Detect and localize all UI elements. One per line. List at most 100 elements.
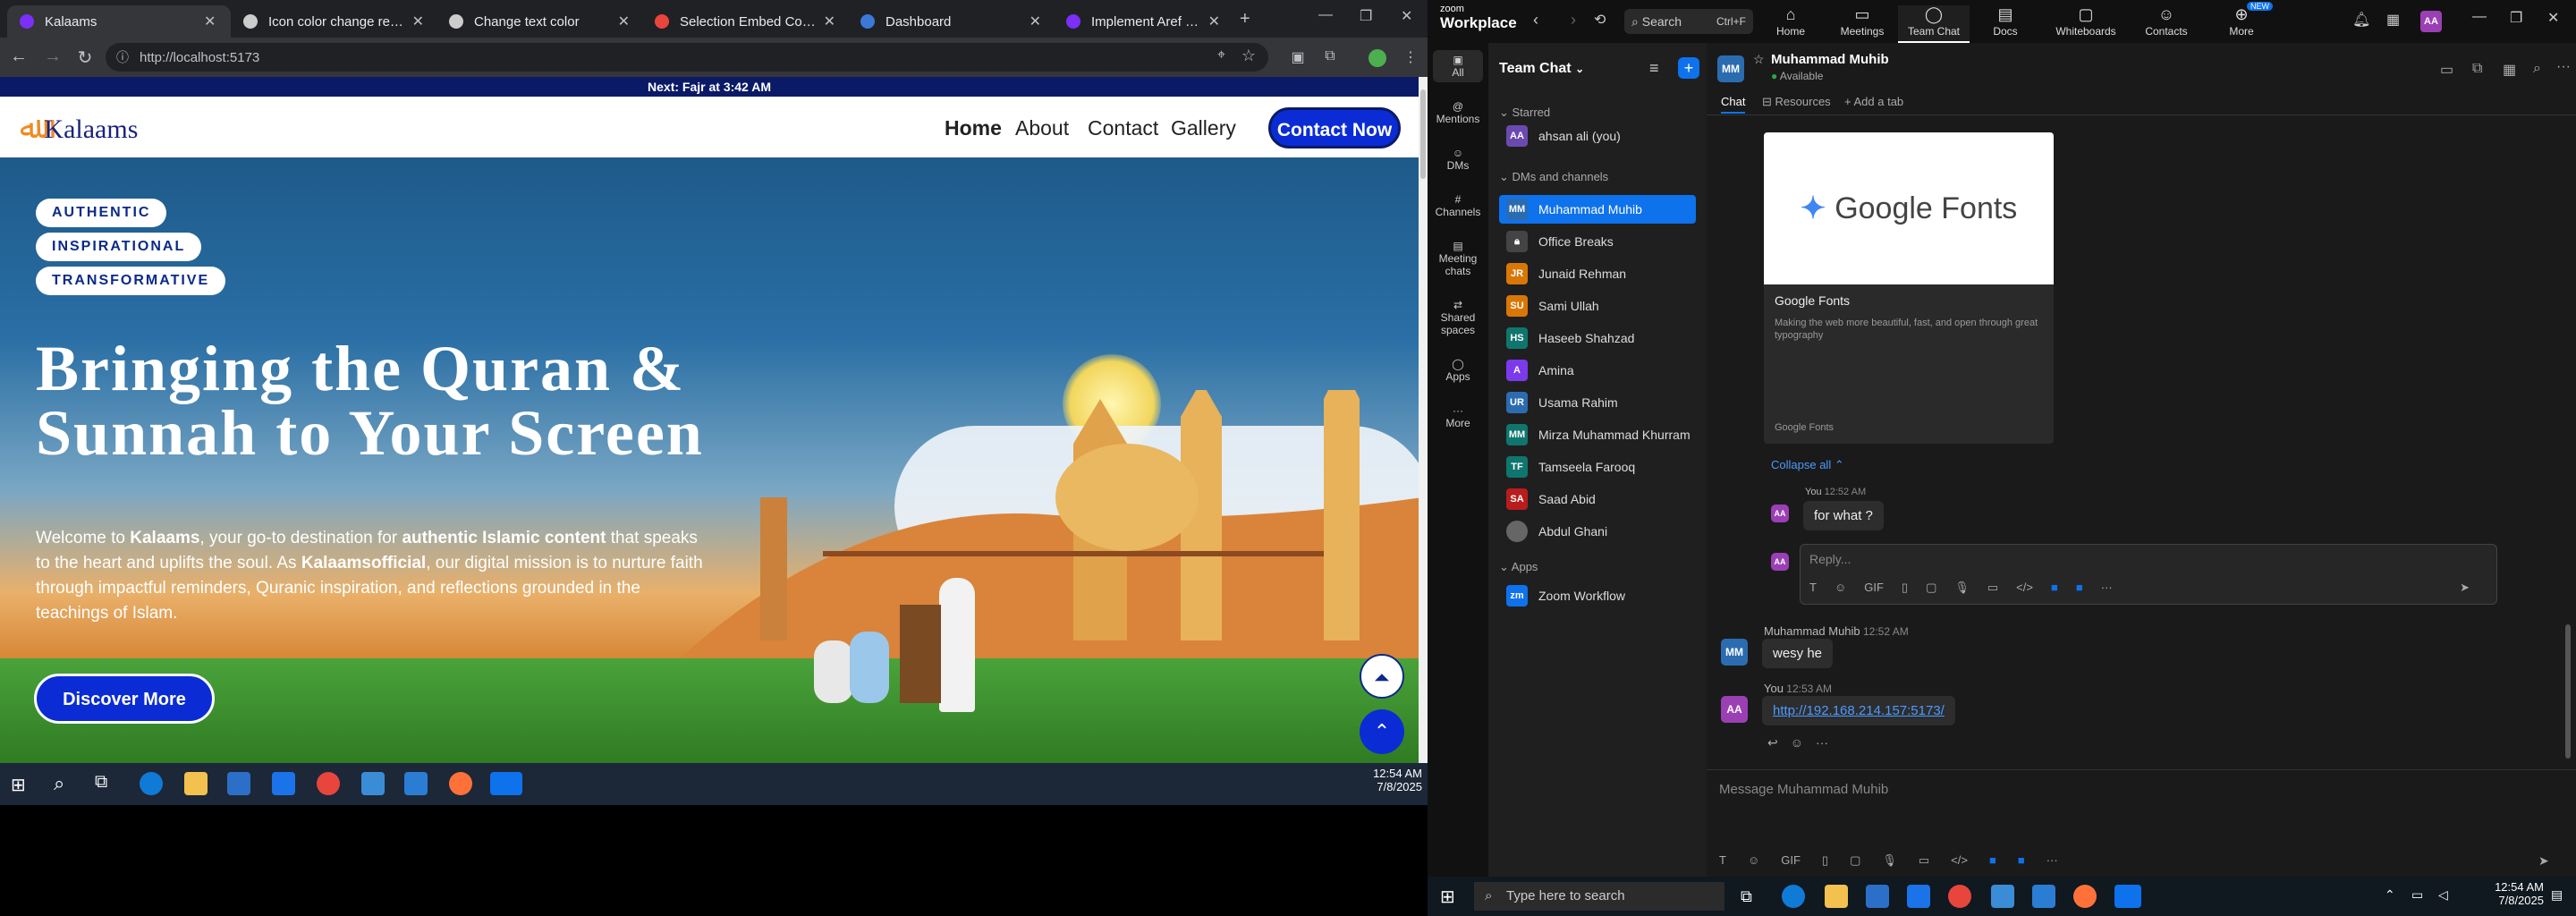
code-icon[interactable]: </> bbox=[1951, 853, 1968, 868]
chat-settings-icon[interactable]: ▦ bbox=[2503, 61, 2516, 79]
more-dots-icon[interactable]: ··· bbox=[1816, 735, 1828, 751]
system-clock[interactable]: 12:54 AM 7/8/2025 bbox=[1368, 767, 1422, 793]
taskbar-search-input[interactable]: ⌕ Type here to search bbox=[1474, 882, 1724, 911]
screenshot-icon[interactable]: ▢ bbox=[1926, 581, 1936, 595]
video-message-icon[interactable]: ▭ bbox=[1987, 581, 1998, 595]
zoom-icon[interactable] bbox=[490, 772, 522, 795]
more-dots-icon[interactable]: ··· bbox=[2101, 581, 2113, 595]
task-view-icon[interactable]: ⧉ bbox=[95, 772, 107, 793]
app-home[interactable]: ⌂ Home bbox=[1755, 5, 1826, 38]
maximize-icon[interactable]: ❐ bbox=[1360, 7, 1372, 25]
tab-kalaams[interactable]: Kalaams ✕ bbox=[7, 5, 231, 38]
reply-message[interactable]: for what ? bbox=[1803, 501, 1884, 530]
close-tab-icon[interactable]: ✕ bbox=[1030, 13, 1041, 30]
location-icon[interactable]: ⌖ bbox=[1217, 47, 1225, 64]
bookmark-star-icon[interactable]: ☆ bbox=[1241, 47, 1256, 65]
user-avatar[interactable]: AA bbox=[2420, 11, 2442, 32]
history-icon[interactable]: ⟲ bbox=[1594, 11, 1606, 29]
mic-icon[interactable]: 🎙︎ bbox=[1882, 853, 1897, 868]
profile-avatar-icon[interactable] bbox=[1368, 49, 1386, 67]
page-scrollbar[interactable] bbox=[1419, 77, 1428, 763]
task-view-icon[interactable]: ⧉ bbox=[1741, 887, 1752, 906]
app-icon[interactable]: ■ bbox=[2051, 581, 2058, 595]
send-icon[interactable]: ➤ bbox=[2460, 581, 2470, 595]
app-icon[interactable]: ■ bbox=[2076, 581, 2083, 595]
close-window-icon[interactable]: ✕ bbox=[2547, 9, 2559, 27]
tab-dashboard[interactable]: Dashboard ✕ bbox=[848, 5, 1054, 38]
minimize-icon[interactable]: — bbox=[2472, 9, 2487, 25]
rail-channels[interactable]: # Channels bbox=[1428, 193, 1488, 218]
rail-mentions[interactable]: @ Mentions bbox=[1428, 100, 1488, 125]
menu-kebab-icon[interactable]: ⋮ bbox=[1401, 48, 1420, 68]
minimize-icon[interactable]: — bbox=[1318, 7, 1333, 23]
rail-meeting-chats[interactable]: ▤ Meeting chats bbox=[1428, 240, 1488, 277]
format-text-icon[interactable]: T bbox=[1809, 581, 1817, 595]
close-tab-icon[interactable]: ✕ bbox=[1208, 13, 1220, 30]
mail-icon[interactable] bbox=[272, 772, 295, 795]
nav-home[interactable]: Home bbox=[945, 116, 1002, 140]
code-icon[interactable]: </> bbox=[2016, 581, 2033, 595]
app-docs[interactable]: ▤ Docs bbox=[1970, 5, 2041, 38]
app-icon[interactable]: ■ bbox=[1989, 853, 1996, 868]
extension-icon[interactable]: ▣ bbox=[1288, 48, 1308, 68]
dm-muhammad-muhib[interactable]: MM Muhammad Muhib bbox=[1499, 195, 1696, 224]
app-whiteboards[interactable]: ▢ Whiteboards bbox=[2050, 5, 2122, 38]
file-explorer-icon[interactable] bbox=[184, 772, 208, 795]
attach-file-icon[interactable]: ▯ bbox=[1822, 853, 1828, 868]
rail-all[interactable]: ▣ All bbox=[1433, 50, 1483, 82]
app-meetings[interactable]: ▭ Meetings bbox=[1826, 5, 1898, 38]
channel-office-breaks[interactable]: 🔒︎ Office Breaks bbox=[1499, 227, 1696, 256]
notifications-icon[interactable]: ▤ bbox=[2551, 887, 2563, 903]
thread-reply-box[interactable]: Reply... T ☺ GIF ▯ ▢ 🎙︎ ▭ </> ■ ■ ··· ➤ bbox=[1800, 544, 2497, 605]
collapse-all-link[interactable]: Collapse all ⌃ bbox=[1771, 458, 1844, 472]
back-icon[interactable]: ← bbox=[7, 47, 30, 67]
edge-icon[interactable] bbox=[1782, 885, 1805, 908]
dm-tamseela-farooq[interactable]: TF Tamseela Farooq bbox=[1499, 453, 1696, 481]
team-chat-title[interactable]: Team Chat ⌄ bbox=[1499, 61, 1584, 77]
mic-icon[interactable]: 🎙︎ bbox=[1954, 581, 1970, 595]
store-icon[interactable] bbox=[227, 772, 250, 795]
rail-apps[interactable]: ◯ Apps bbox=[1428, 358, 1488, 383]
send-icon[interactable]: ➤ bbox=[2538, 853, 2549, 869]
chat-scrollbar-thumb[interactable] bbox=[2565, 624, 2571, 759]
dm-abdul-ghani[interactable]: Abdul Ghani bbox=[1499, 517, 1696, 546]
vpn-icon[interactable] bbox=[1991, 885, 2014, 908]
extensions-puzzle-icon[interactable]: ⧉ bbox=[1320, 48, 1340, 68]
vscode-icon[interactable] bbox=[2032, 885, 2055, 908]
forward-icon[interactable]: → bbox=[41, 47, 64, 67]
dm-saad-abid[interactable]: SA Saad Abid bbox=[1499, 485, 1696, 513]
nav-gallery[interactable]: Gallery bbox=[1171, 116, 1236, 140]
gif-icon[interactable]: GIF bbox=[1864, 581, 1884, 595]
vpn-icon[interactable] bbox=[361, 772, 385, 795]
starred-self[interactable]: AA ahsan ali (you) bbox=[1499, 122, 1696, 150]
search-icon[interactable]: ⌕ bbox=[54, 772, 64, 795]
emoji-icon[interactable]: ☺ bbox=[1835, 581, 1846, 595]
dm-junaid-rehman[interactable]: JR Junaid Rehman bbox=[1499, 259, 1696, 288]
app-more[interactable]: NEW ⊕ More bbox=[2206, 2, 2277, 38]
edge-icon[interactable] bbox=[140, 772, 163, 795]
contact-now-button[interactable]: Contact Now bbox=[1268, 107, 1401, 148]
section-starred[interactable]: ⌄ Starred bbox=[1499, 106, 1550, 120]
notifications-bell-icon[interactable]: 🔔︎ bbox=[2352, 11, 2370, 29]
zoom-search-input[interactable]: ⌕ Search Ctrl+F bbox=[1624, 9, 1753, 34]
firefox-icon[interactable] bbox=[2073, 885, 2097, 908]
close-tab-icon[interactable]: ✕ bbox=[412, 13, 424, 30]
new-tab-button[interactable]: + bbox=[1240, 9, 1250, 30]
zoom-icon[interactable] bbox=[2114, 885, 2141, 908]
close-tab-icon[interactable]: ✕ bbox=[618, 13, 630, 30]
dm-mirza-muhammad-khurram[interactable]: MM Mirza Muhammad Khurram bbox=[1499, 420, 1696, 449]
app-icon[interactable]: ■ bbox=[2018, 853, 2025, 868]
contact-avatar[interactable]: MM bbox=[1717, 55, 1744, 82]
section-dms[interactable]: ⌄ DMs and channels bbox=[1499, 170, 1608, 184]
screen-share-icon[interactable]: ⧉ bbox=[2472, 61, 2482, 77]
app-zoom-workflow[interactable]: zm Zoom Workflow bbox=[1499, 581, 1696, 610]
app-contacts[interactable]: ☺ Contacts bbox=[2131, 5, 2202, 38]
tab-icon-color[interactable]: Icon color change request ✕ bbox=[231, 5, 436, 38]
file-explorer-icon[interactable] bbox=[1825, 885, 1848, 908]
tab-aref-ruqaa[interactable]: Implement Aref Ruqaa Fonts ✕ bbox=[1054, 5, 1233, 38]
discover-more-button[interactable]: Discover More bbox=[34, 674, 215, 724]
contact-name[interactable]: Muhammad Muhib bbox=[1771, 52, 1889, 67]
scroll-top-button[interactable]: ⌃ bbox=[1360, 709, 1404, 754]
video-message-icon[interactable]: ▭ bbox=[1919, 853, 1929, 868]
close-window-icon[interactable]: ✕ bbox=[1401, 7, 1412, 25]
